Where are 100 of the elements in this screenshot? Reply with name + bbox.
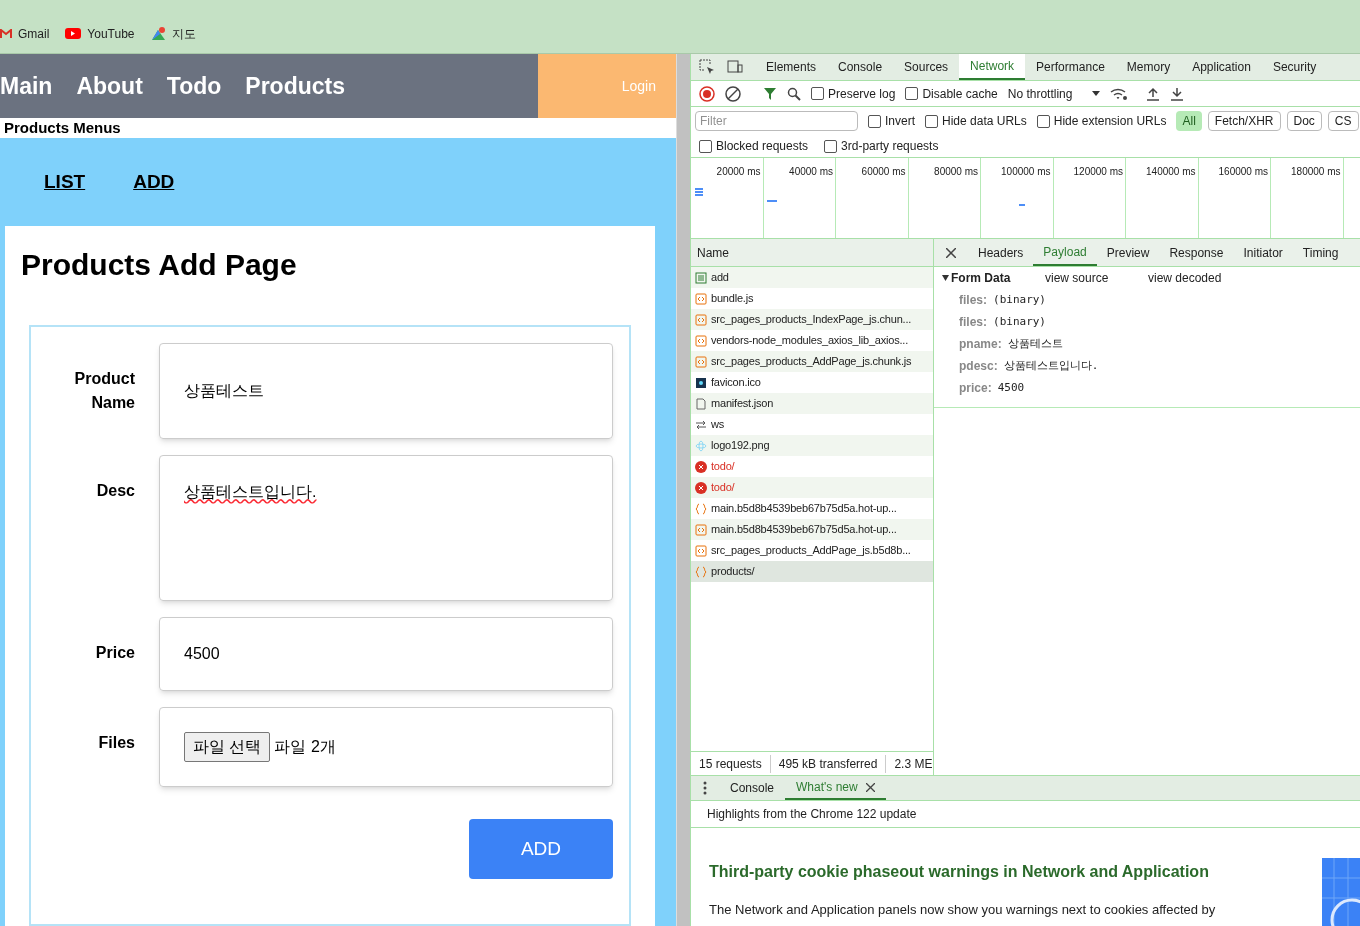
detail-tab[interactable]: Payload [1033, 239, 1097, 266]
close-icon[interactable] [865, 782, 875, 792]
drawer-tab[interactable]: What's new [785, 776, 886, 800]
request-row[interactable]: logo192.png [691, 435, 933, 456]
view-decoded-link[interactable]: view decoded [1148, 269, 1222, 287]
checkbox[interactable] [925, 114, 938, 128]
submenu-link[interactable]: LIST [44, 167, 86, 197]
request-row[interactable]: src_pages_products_IndexPage_js.chun... [691, 309, 933, 330]
field-label: Desc [95, 481, 136, 501]
detail-tab[interactable]: Timing [1292, 239, 1349, 266]
bookmark[interactable]: Gmail [0, 24, 50, 43]
nav-link[interactable]: Todo [166, 68, 222, 104]
request-row[interactable]: src_pages_products_AddPage_js.chunk.js [691, 351, 933, 372]
field-label: Product Name [73, 369, 136, 413]
devtools-tab[interactable]: Elements [755, 54, 828, 80]
devtools-tab[interactable]: Performance [1025, 54, 1116, 80]
nav-link[interactable]: About [76, 68, 143, 104]
search-icon[interactable] [787, 86, 801, 101]
choose-file-button[interactable]: 파일 선택 [184, 732, 271, 762]
checkbox[interactable] [905, 87, 919, 100]
record-icon[interactable] [699, 85, 715, 102]
type-filter-chip[interactable]: Doc [1286, 111, 1322, 131]
form-value: (binary) [993, 313, 1046, 330]
request-row[interactable]: products/ [691, 561, 933, 582]
input-field[interactable]: 4500 [159, 617, 613, 691]
status-text: 15 requests [699, 755, 762, 773]
script-icon [695, 523, 707, 536]
devtools-tab[interactable]: Console [827, 54, 894, 80]
checkbox[interactable] [1036, 114, 1050, 128]
field-label: Price [94, 643, 136, 663]
checkbox-label: Disable cache [922, 85, 998, 103]
checkbox[interactable] [868, 114, 881, 128]
type-filter-chip[interactable]: All [1176, 111, 1202, 131]
form-key: pname: [959, 335, 1002, 353]
form-value: 상품테스트입니다. [1003, 357, 1099, 374]
close-icon[interactable] [946, 247, 956, 258]
status-text: 2.3 ME [885, 754, 933, 773]
request-row[interactable]: main.b5d8b4539beb67b75d5a.hot-up... [691, 519, 933, 540]
nav-link[interactable]: Products [245, 68, 345, 104]
caret-icon [1092, 91, 1101, 96]
filter-field[interactable]: Filter [695, 111, 858, 131]
timeline-tick: 100000 ms [1001, 166, 1051, 177]
request-row[interactable]: add [691, 267, 933, 288]
timeline-tick: 160000 ms [1218, 166, 1268, 177]
inspect-icon[interactable] [699, 59, 715, 75]
wifi-gear-icon[interactable] [1110, 86, 1129, 101]
checkbox[interactable] [811, 87, 824, 100]
filter-icon[interactable] [763, 86, 777, 101]
form-value: 4500 [997, 379, 1025, 396]
request-row[interactable]: manifest.json [691, 393, 933, 414]
detail-tab[interactable]: Headers [968, 239, 1034, 266]
bookmark[interactable]: YouTube [65, 24, 135, 43]
document-icon [695, 271, 707, 284]
devtools-tab[interactable]: Network [959, 54, 1026, 80]
more-icon[interactable] [703, 781, 707, 795]
devtools-tab[interactable]: Memory [1115, 54, 1182, 80]
type-filter-chip[interactable]: Fetch/XHR [1207, 111, 1281, 131]
submenu-title: Products Menus [4, 117, 121, 138]
device-icon[interactable] [727, 60, 743, 74]
error-icon [695, 481, 707, 494]
file-count: 파일 2개 [274, 737, 336, 757]
arrows-icon [695, 418, 707, 431]
timeline-tick: 60000 ms [861, 166, 906, 177]
devtools-tab[interactable]: Sources [893, 54, 960, 80]
input-field[interactable]: 상품테스트 [159, 343, 613, 439]
detail-tab[interactable]: Initiator [1233, 239, 1293, 266]
detail-tab[interactable]: Response [1159, 239, 1234, 266]
view-source-link[interactable]: view source [1045, 269, 1148, 287]
checkbox-label: 3rd-party requests [841, 138, 939, 155]
request-row[interactable]: todo/ [691, 477, 933, 498]
clear-icon[interactable] [725, 85, 741, 102]
type-filter-chip[interactable]: CS [1327, 111, 1359, 131]
download-icon[interactable] [1170, 86, 1185, 101]
bookmark[interactable]: 지도 [150, 24, 196, 43]
checkbox[interactable] [824, 139, 838, 153]
script-icon [695, 313, 707, 326]
throttling-select[interactable]: No throttling [1007, 84, 1101, 103]
checkbox-label: Blocked requests [716, 138, 809, 155]
add-button[interactable]: ADD [469, 819, 613, 879]
checkbox-label: Preserve log [828, 85, 896, 103]
checkbox-label: Invert [885, 113, 915, 130]
scrollbar[interactable] [676, 54, 690, 926]
devtools-tab[interactable]: Application [1181, 54, 1262, 80]
script-icon [695, 292, 707, 305]
desc-textarea[interactable]: 상품테스트입니다. [159, 455, 613, 601]
upload-icon[interactable] [1146, 86, 1161, 101]
drawer-tab[interactable]: Console [719, 776, 786, 800]
file-field[interactable]: 파일 선택 파일 2개 [159, 707, 613, 787]
detail-tab[interactable]: Preview [1096, 239, 1160, 266]
form-value: (binary) [993, 291, 1046, 308]
file-icon [695, 397, 707, 410]
submenu-link[interactable]: ADD [133, 167, 175, 197]
devtools-tab[interactable]: Security [1261, 54, 1328, 80]
checkbox[interactable] [699, 139, 712, 153]
checkbox-label: Hide extension URLs [1053, 113, 1167, 130]
section-toggle[interactable]: Form Data [942, 269, 1045, 287]
field-label: Files [97, 733, 136, 753]
column-header: Name [697, 244, 729, 262]
script-icon [695, 334, 707, 347]
nav-link[interactable]: Main [0, 68, 53, 104]
